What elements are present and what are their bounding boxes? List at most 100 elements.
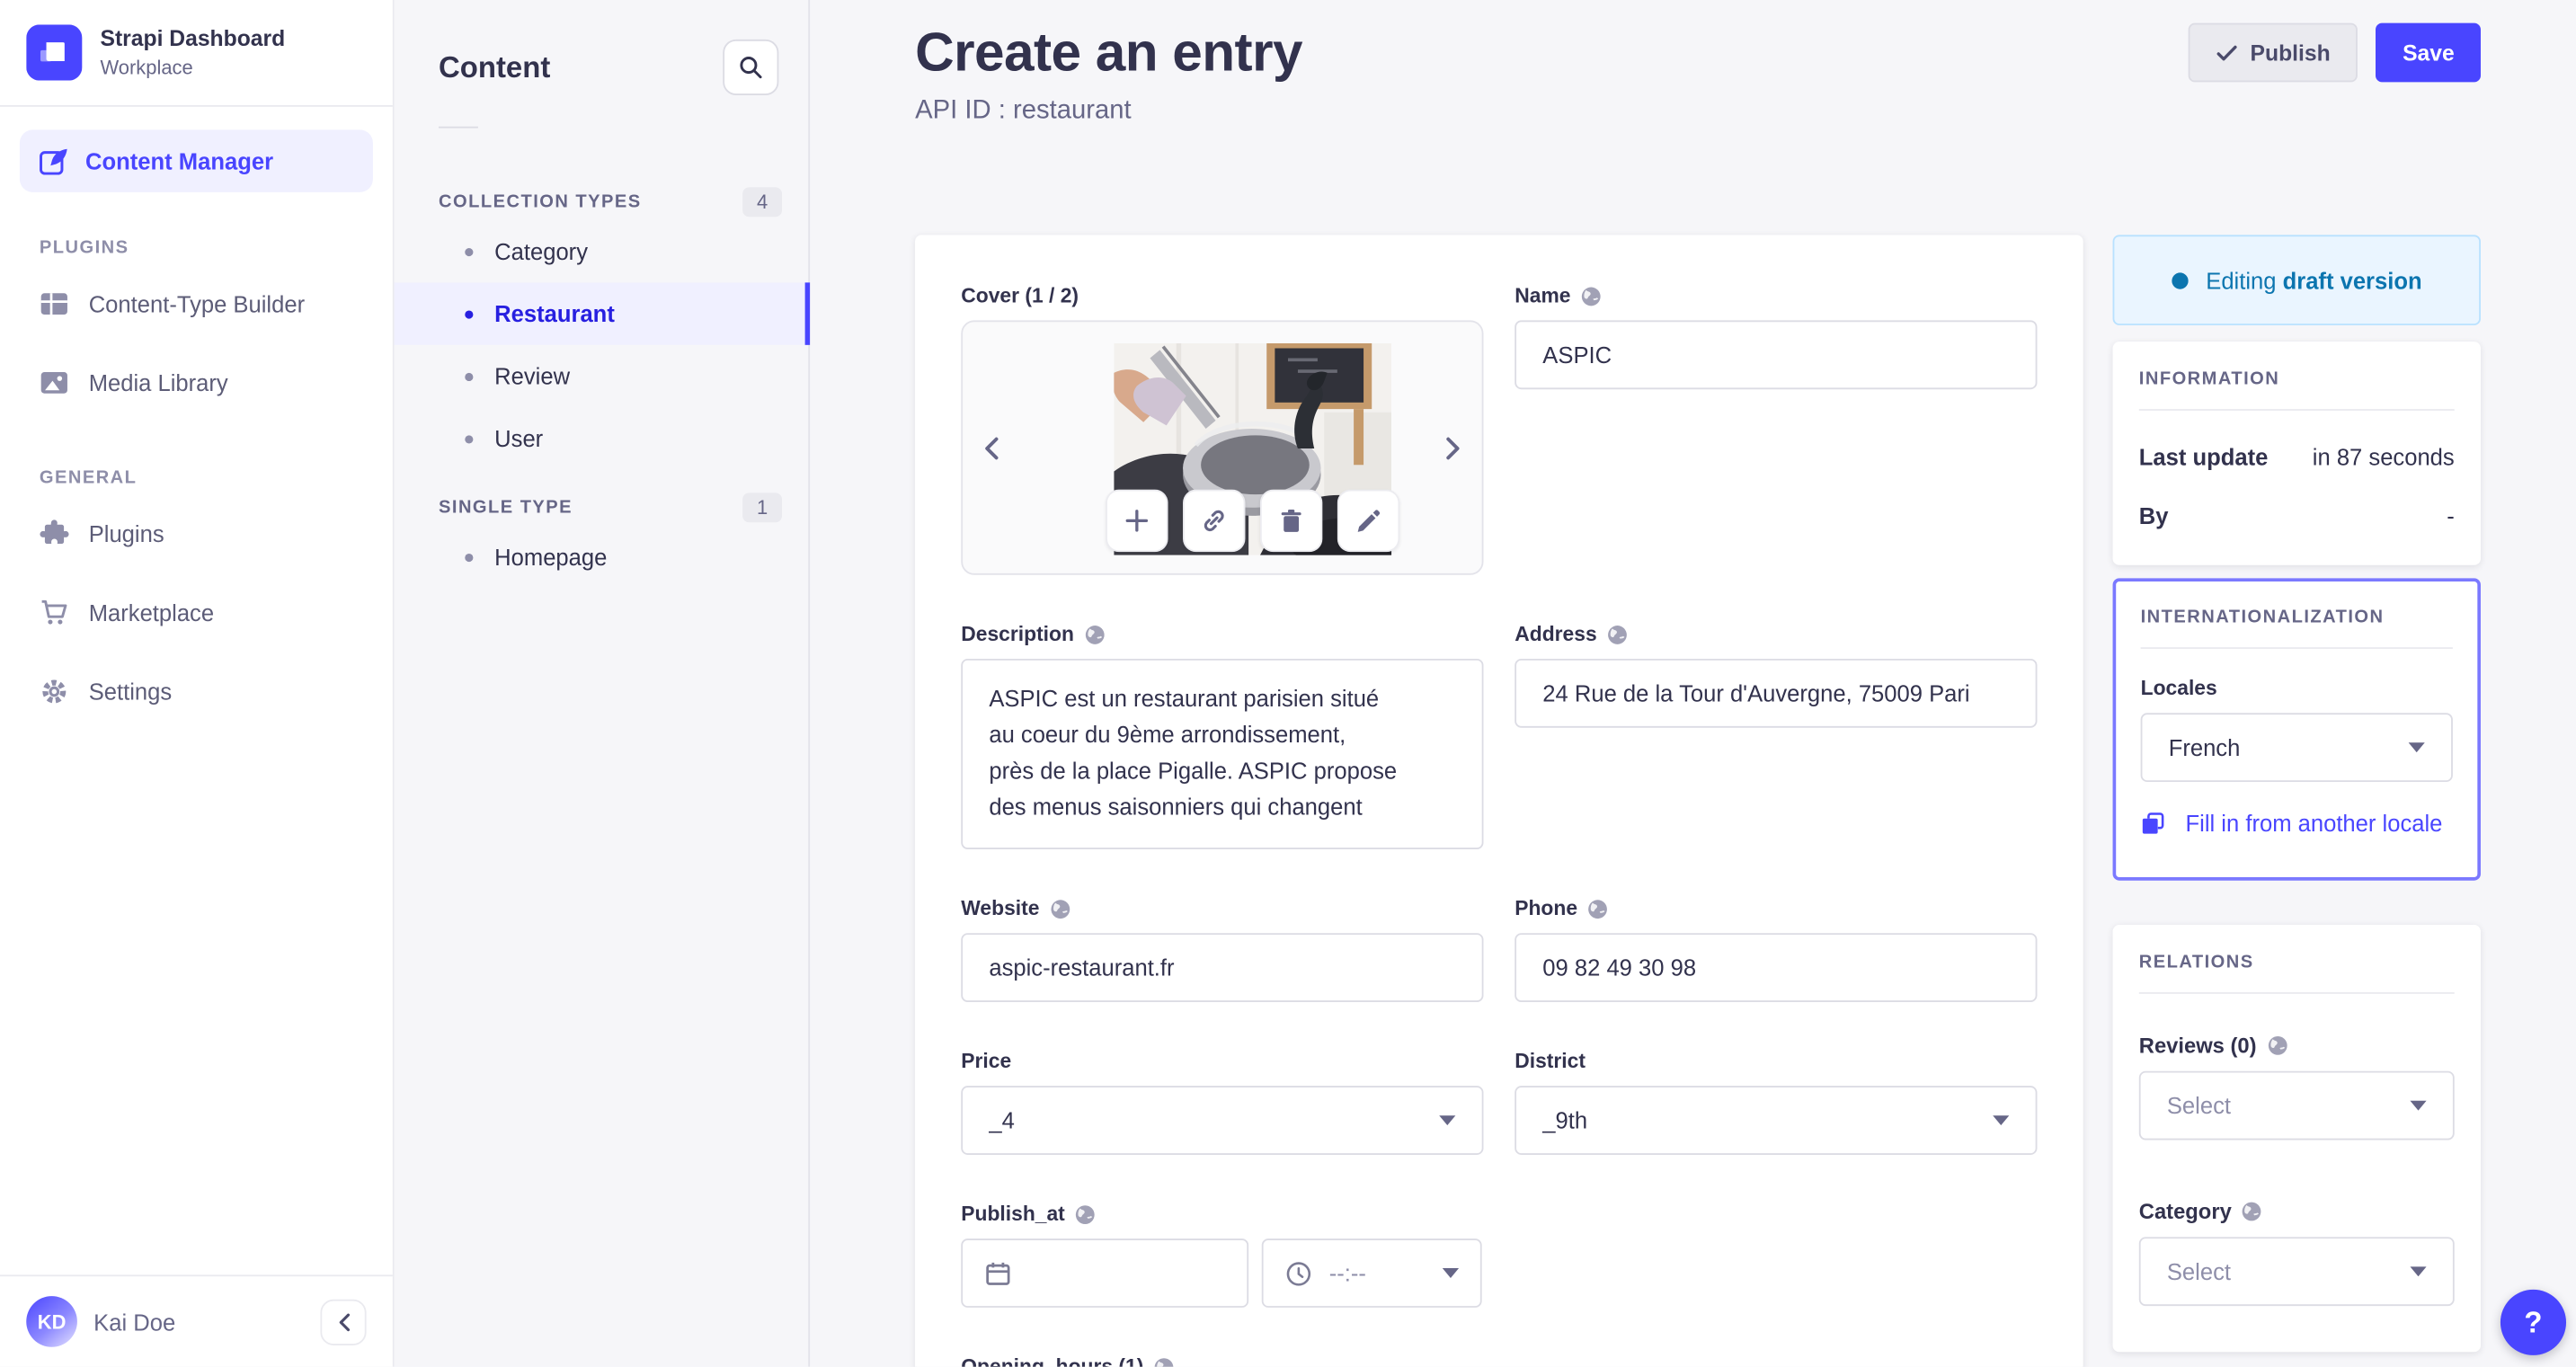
website-input[interactable]: aspic-restaurant.fr bbox=[961, 933, 1484, 1002]
opening-hours-field: Opening_hours (1) bbox=[961, 1355, 2037, 1367]
caret-down-icon bbox=[2410, 1100, 2427, 1111]
calendar-icon bbox=[986, 1261, 1010, 1284]
website-field: Website aspic-restaurant.fr bbox=[961, 896, 1484, 1002]
reviews-select[interactable]: Select bbox=[2138, 1070, 2455, 1141]
content-sidebar: Content COLLECTION TYPES 4 Category Rest… bbox=[394, 0, 811, 1367]
avatar[interactable]: KD bbox=[26, 1296, 77, 1347]
internationalization-card: INTERNATIONALIZATION Locales French Fill… bbox=[2112, 578, 2481, 881]
edit-asset-button[interactable] bbox=[1337, 489, 1400, 553]
sidebar-item-settings[interactable]: Settings bbox=[0, 652, 393, 732]
feather-pen-icon bbox=[38, 146, 69, 177]
strapi-logo-icon bbox=[26, 24, 83, 81]
sidebar-section-plugins: PLUGINS bbox=[39, 238, 129, 258]
divider bbox=[2138, 409, 2455, 411]
cover-label: Cover (1 / 2) bbox=[961, 284, 1079, 307]
description-field: Description ASPIC est un restaurant pari… bbox=[961, 622, 1484, 849]
subnav-item-category[interactable]: Category bbox=[395, 220, 809, 282]
help-button[interactable]: ? bbox=[2500, 1289, 2567, 1355]
page-title: Create an entry bbox=[915, 21, 1303, 83]
subnav-item-review[interactable]: Review bbox=[395, 345, 809, 407]
save-button[interactable]: Save bbox=[2376, 22, 2481, 83]
district-label: District bbox=[1515, 1049, 1586, 1073]
collapse-sidebar-button[interactable] bbox=[320, 1298, 367, 1345]
sidebar-item-label: Settings bbox=[88, 678, 173, 706]
sidebar-item-label: Marketplace bbox=[88, 599, 215, 626]
right-panel: Editing draft version INFORMATION Last u… bbox=[2112, 235, 2481, 1353]
phone-input[interactable]: 09 82 49 30 98 bbox=[1515, 933, 2038, 1002]
internationalization-header: INTERNATIONALIZATION bbox=[2140, 608, 2385, 628]
search-icon bbox=[740, 57, 762, 79]
gear-icon bbox=[40, 677, 69, 706]
subnav-item-restaurant[interactable]: Restaurant bbox=[394, 282, 811, 345]
delete-asset-button[interactable] bbox=[1259, 489, 1323, 553]
publish-at-date-input[interactable] bbox=[961, 1238, 1249, 1308]
reviews-label-row: Reviews (0) bbox=[2139, 1034, 2455, 1058]
carousel-next-button[interactable] bbox=[1444, 435, 1462, 459]
status-dot-icon bbox=[2171, 271, 2189, 288]
relations-card: RELATIONS Reviews (0) Select Category Se… bbox=[2112, 925, 2481, 1353]
globe-icon bbox=[1076, 1204, 1096, 1224]
workspace-header[interactable]: Strapi Dashboard Workplace bbox=[0, 0, 393, 107]
caret-down-icon bbox=[1442, 1268, 1460, 1279]
locales-select[interactable]: French bbox=[2140, 713, 2453, 783]
copy-link-button[interactable] bbox=[1183, 489, 1246, 553]
collection-types-header: COLLECTION TYPES 4 bbox=[395, 187, 809, 217]
sidebar-item-marketplace[interactable]: Marketplace bbox=[0, 573, 393, 652]
sidebar-item-label: Media Library bbox=[88, 369, 228, 396]
app-title: Strapi Dashboard bbox=[100, 25, 286, 51]
sidebar-item-label: Plugins bbox=[88, 520, 164, 547]
media-image-icon bbox=[40, 368, 69, 397]
plus-icon bbox=[1125, 510, 1149, 532]
information-header: INFORMATION bbox=[2138, 369, 2280, 390]
chevron-left-icon bbox=[985, 436, 999, 459]
locales-label: Locales bbox=[2140, 677, 2217, 700]
sidebar-item-plugins[interactable]: Plugins bbox=[0, 494, 393, 573]
carousel-prev-button[interactable] bbox=[982, 435, 1000, 459]
name-input[interactable]: ASPIC bbox=[1515, 320, 2038, 390]
price-label: Price bbox=[961, 1049, 1012, 1073]
publish-at-time-input[interactable]: --:-- bbox=[1261, 1238, 1482, 1308]
category-label: Category bbox=[2138, 1199, 2232, 1224]
sidebar-section-general: GENERAL bbox=[39, 467, 138, 488]
price-select[interactable]: _4 bbox=[961, 1086, 1484, 1155]
opening-hours-label: Opening_hours (1) bbox=[961, 1354, 1144, 1367]
subnav-item-homepage[interactable]: Homepage bbox=[395, 526, 809, 588]
phone-field: Phone 09 82 49 30 98 bbox=[1515, 896, 2038, 1002]
description-label: Description bbox=[961, 622, 1074, 646]
name-field: Name ASPIC bbox=[1515, 284, 2038, 390]
user-name: Kai Doe bbox=[93, 1308, 176, 1336]
subnav-title: Content bbox=[439, 49, 551, 84]
price-field: Price _4 bbox=[961, 1049, 1484, 1155]
add-asset-button[interactable] bbox=[1106, 489, 1168, 553]
search-button[interactable] bbox=[723, 39, 779, 96]
puzzle-icon bbox=[40, 519, 69, 549]
address-field: Address 24 Rue de la Tour d'Auvergne, 75… bbox=[1515, 623, 2038, 728]
bullet-icon bbox=[465, 247, 474, 256]
api-id: API ID : restaurant bbox=[915, 96, 1132, 125]
globe-icon bbox=[1050, 899, 1070, 919]
sidebar-item-content-manager[interactable]: Content Manager bbox=[19, 129, 373, 192]
district-field: District _9th bbox=[1515, 1049, 2038, 1155]
fill-from-locale-link[interactable]: Fill in from another locale bbox=[2141, 806, 2453, 840]
district-select[interactable]: _9th bbox=[1515, 1086, 2038, 1155]
trash-icon bbox=[1281, 509, 1301, 532]
sidebar-item-label: Content-Type Builder bbox=[88, 290, 306, 317]
category-select[interactable]: Select bbox=[2138, 1237, 2455, 1307]
website-label: Website bbox=[961, 896, 1040, 920]
globe-icon bbox=[1085, 625, 1105, 644]
draft-status: Editing draft version bbox=[2112, 235, 2481, 325]
sidebar-item-media-library[interactable]: Media Library bbox=[0, 343, 393, 422]
subnav-item-user[interactable]: User bbox=[395, 407, 809, 469]
publish-button[interactable]: Publish bbox=[2188, 22, 2358, 83]
globe-icon bbox=[1581, 286, 1601, 306]
description-textarea[interactable]: ASPIC est un restaurant parisien situé a… bbox=[961, 658, 1484, 849]
address-input[interactable]: 24 Rue de la Tour d'Auvergne, 75009 Pari bbox=[1515, 658, 2038, 728]
caret-down-icon bbox=[2410, 1266, 2427, 1277]
sidebar-item-content-type-builder[interactable]: Content-Type Builder bbox=[0, 264, 393, 343]
divider bbox=[2138, 991, 2455, 994]
phone-label: Phone bbox=[1515, 896, 1578, 920]
divider bbox=[439, 126, 478, 129]
collection-types-count: 4 bbox=[742, 187, 783, 217]
caret-down-icon bbox=[1993, 1115, 2010, 1126]
cover-field: Cover (1 / 2) bbox=[961, 284, 1484, 575]
